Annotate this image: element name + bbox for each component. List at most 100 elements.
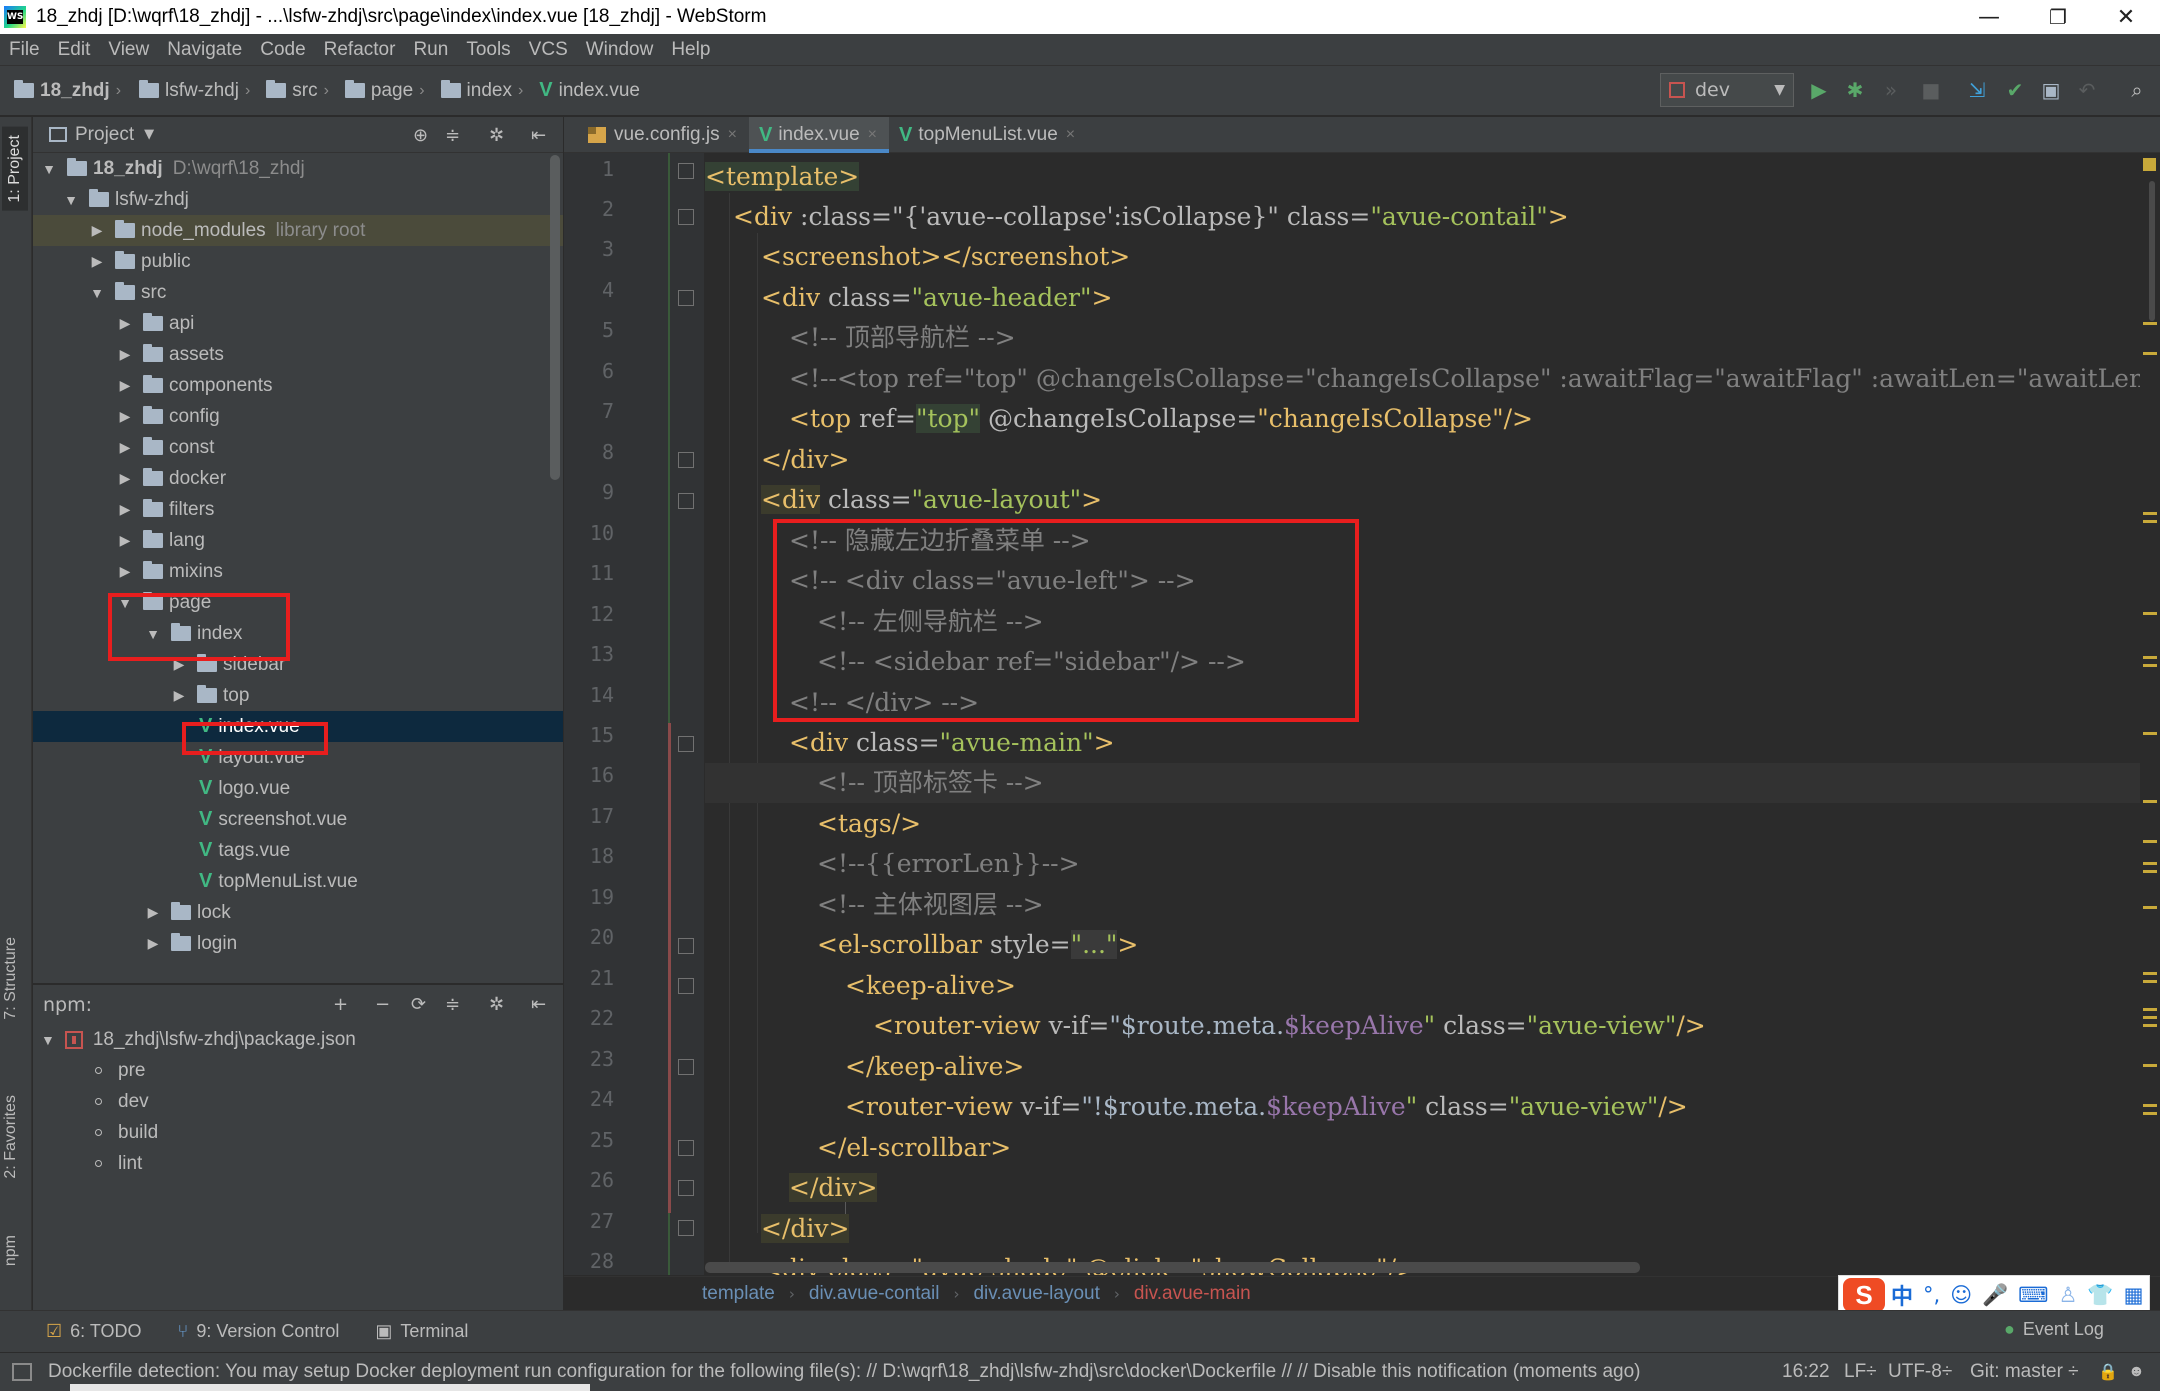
- skin-icon[interactable]: 👕: [2087, 1283, 2113, 1308]
- npm-script-item[interactable]: build: [95, 1117, 158, 1148]
- tree-item[interactable]: ▼ 18_zhdj D:\wqrf\18_zhdj: [33, 153, 563, 184]
- npm-script-item[interactable]: lint: [95, 1148, 142, 1179]
- emoji-icon[interactable]: ☺: [1950, 1283, 1972, 1307]
- nav-crumb-file[interactable]: Vindex.vue: [539, 79, 640, 102]
- sogou-logo-icon[interactable]: S: [1843, 1278, 1885, 1312]
- hide-panel-icon[interactable]: ⇤: [531, 125, 546, 146]
- fold-icon[interactable]: [678, 978, 694, 994]
- remove-icon[interactable]: −: [375, 994, 390, 1015]
- fold-icon[interactable]: [678, 1180, 694, 1196]
- toggle-tool-windows-icon[interactable]: [12, 1363, 32, 1381]
- keyboard-icon[interactable]: ⌨: [2018, 1283, 2048, 1307]
- collapse-all-icon[interactable]: ≑: [445, 125, 460, 146]
- run-icon[interactable]: ▶: [1806, 77, 1832, 103]
- version-control-tool-button[interactable]: ⑂ 9: Version Control: [178, 1321, 340, 1342]
- search-icon[interactable]: ⌕: [2124, 77, 2150, 103]
- tree-item[interactable]: ▶ config: [33, 401, 563, 432]
- warning-marker[interactable]: [2143, 656, 2157, 659]
- tree-item[interactable]: ▼ lsfw-zhdj: [33, 184, 563, 215]
- project-scrollbar[interactable]: [550, 155, 560, 480]
- menu-navigate[interactable]: Navigate: [167, 39, 242, 61]
- fold-icon[interactable]: [678, 938, 694, 954]
- tree-item[interactable]: ▼ src: [33, 277, 563, 308]
- nav-crumb-lsfw[interactable]: lsfw-zhdj ›: [139, 80, 256, 102]
- fold-icon[interactable]: [678, 209, 694, 225]
- menu-edit[interactable]: Edit: [58, 39, 91, 61]
- fold-icon[interactable]: [678, 493, 694, 509]
- gear-icon[interactable]: ✲: [489, 994, 504, 1015]
- caret-down-icon[interactable]: ▼: [144, 127, 154, 142]
- ime-language[interactable]: 中: [1891, 1279, 1913, 1311]
- caret-position[interactable]: 16:22: [1782, 1352, 1830, 1391]
- nav-crumb-src[interactable]: src ›: [266, 80, 335, 102]
- warning-marker[interactable]: [2143, 1016, 2157, 1019]
- nav-crumb-page[interactable]: page ›: [344, 80, 431, 102]
- menu-run[interactable]: Run: [413, 39, 448, 61]
- warning-marker[interactable]: [2143, 322, 2157, 325]
- editor-crumb-item[interactable]: div.avue-main: [1134, 1283, 1251, 1305]
- nav-crumb-index[interactable]: index ›: [440, 80, 530, 102]
- stop-icon[interactable]: ■: [1918, 77, 1944, 103]
- project-tool-tab[interactable]: 1: Project: [2, 127, 28, 211]
- tree-item[interactable]: ▶ mixins: [33, 556, 563, 587]
- warning-marker[interactable]: [2143, 800, 2157, 803]
- tree-item[interactable]: ▶ components: [33, 370, 563, 401]
- collapse-all-icon[interactable]: ≑: [445, 994, 460, 1015]
- tree-item[interactable]: ▶ docker: [33, 463, 563, 494]
- tree-item[interactable]: Vtags.vue: [33, 835, 563, 866]
- warning-marker[interactable]: [2143, 980, 2157, 983]
- warning-marker[interactable]: [2143, 1008, 2157, 1011]
- tree-item[interactable]: ▶ lock: [33, 897, 563, 928]
- menu-vcs[interactable]: VCS: [529, 39, 568, 61]
- vcs-commit-icon[interactable]: ✔: [2002, 77, 2028, 103]
- todo-tool-button[interactable]: ☑ 6: TODO: [46, 1321, 142, 1342]
- tree-item[interactable]: ▶ const: [33, 432, 563, 463]
- npm-package-item[interactable]: ▼ 18_zhdj\lsfw-zhdj\package.json: [41, 1024, 356, 1055]
- tree-item[interactable]: ▶ node_modules library root: [33, 215, 563, 246]
- hide-panel-icon[interactable]: ⇤: [531, 994, 546, 1015]
- tree-item[interactable]: Vscreenshot.vue: [33, 804, 563, 835]
- lock-icon[interactable]: 🔒: [2098, 1352, 2118, 1391]
- fold-icon[interactable]: [678, 163, 694, 179]
- restore-button[interactable]: ❐: [2024, 0, 2092, 34]
- revert-icon[interactable]: ↶: [2074, 77, 2100, 103]
- tree-item[interactable]: ▶ api: [33, 308, 563, 339]
- warning-marker[interactable]: [2143, 1112, 2157, 1115]
- tree-item[interactable]: ▶ lang: [33, 525, 563, 556]
- editor-crumb-item[interactable]: template: [702, 1283, 775, 1305]
- menu-refactor[interactable]: Refactor: [324, 39, 396, 61]
- vcs-history-icon[interactable]: ▣: [2038, 77, 2064, 103]
- warning-marker[interactable]: [2143, 520, 2157, 523]
- warning-marker[interactable]: [2143, 352, 2157, 355]
- fold-icon[interactable]: [678, 1140, 694, 1156]
- run-config-select[interactable]: dev ▼: [1660, 73, 1794, 107]
- terminal-tool-button[interactable]: ▣ Terminal: [375, 1321, 468, 1342]
- menu-view[interactable]: View: [108, 39, 149, 61]
- menu-code[interactable]: Code: [260, 39, 305, 61]
- warning-marker[interactable]: [2143, 972, 2157, 975]
- minimize-button[interactable]: —: [1955, 0, 2023, 34]
- menu-help[interactable]: Help: [671, 39, 710, 61]
- toolbox-icon[interactable]: ▦: [2124, 1283, 2144, 1307]
- menu-tools[interactable]: Tools: [466, 39, 510, 61]
- warning-marker[interactable]: [2143, 870, 2157, 873]
- vcs-update-icon[interactable]: ⇲: [1964, 77, 1990, 103]
- menu-window[interactable]: Window: [586, 39, 654, 61]
- menu-file[interactable]: File: [9, 39, 40, 61]
- npm-script-item[interactable]: dev: [95, 1086, 149, 1117]
- warning-marker[interactable]: [2143, 862, 2157, 865]
- close-tab-icon[interactable]: ×: [868, 126, 877, 144]
- tree-item[interactable]: ▶ login: [33, 928, 563, 959]
- add-icon[interactable]: +: [333, 994, 348, 1015]
- warning-marker[interactable]: [2143, 1024, 2157, 1027]
- tree-item[interactable]: ▶ assets: [33, 339, 563, 370]
- fold-icon[interactable]: [678, 1059, 694, 1075]
- file-encoding[interactable]: UTF-8÷: [1888, 1352, 1952, 1391]
- refresh-icon[interactable]: ⟳: [411, 994, 426, 1015]
- fold-icon[interactable]: [678, 1220, 694, 1236]
- tree-item[interactable]: VtopMenuList.vue: [33, 866, 563, 897]
- locate-icon[interactable]: ⊕: [413, 125, 428, 146]
- fold-icon[interactable]: [678, 290, 694, 306]
- coverage-icon[interactable]: »: [1878, 77, 1904, 103]
- status-message[interactable]: Dockerfile detection: You may setup Dock…: [48, 1361, 1641, 1383]
